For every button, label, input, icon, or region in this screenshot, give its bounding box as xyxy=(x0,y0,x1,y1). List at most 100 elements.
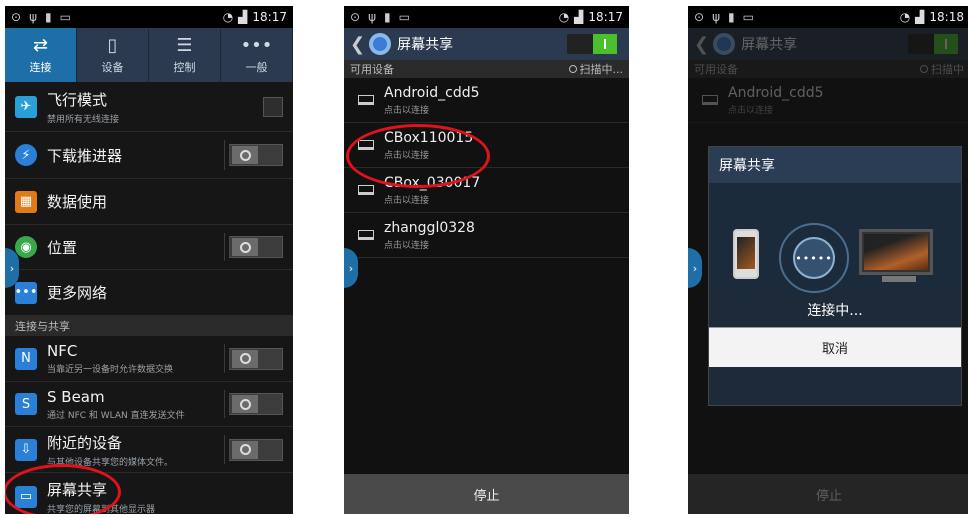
signal-icon: ▟ xyxy=(915,10,925,24)
settings-gear-icon xyxy=(713,33,736,55)
status-bar: ⊙ ψ ▮ ▭ ◔ ▟ 18:17 xyxy=(5,6,293,28)
download-booster-toggle[interactable] xyxy=(229,144,283,166)
tab-label: 一般 xyxy=(245,60,268,74)
background-content: ❮ 屏幕共享 可用设备 扫描中 Android_cdd5 点击以连接 xyxy=(688,28,968,123)
setting-s-beam[interactable]: S S Beam 通过 NFC 和 WLAN 直连发送文件 xyxy=(5,382,293,427)
controls-icon: ☰ xyxy=(176,34,193,56)
highlight-circle xyxy=(5,464,121,514)
stop-button: 停止 xyxy=(688,474,968,514)
screen-mirroring-switch xyxy=(908,34,958,54)
s-beam-toggle[interactable] xyxy=(229,393,283,415)
nfc-icon: N xyxy=(15,347,37,370)
laptop-icon xyxy=(358,185,374,195)
setting-location[interactable]: ◉ 位置 xyxy=(5,225,293,270)
device-name: zhanggl0328 xyxy=(384,219,475,236)
wifi-icon: ◔ xyxy=(899,10,911,24)
divider xyxy=(224,435,225,464)
setting-more-networks[interactable]: ••• 更多网络 xyxy=(5,270,293,316)
device-icon: ▯ xyxy=(107,34,118,56)
stop-button[interactable]: 停止 xyxy=(344,474,629,514)
tab-label: 设备 xyxy=(101,60,124,74)
settings-gear-icon xyxy=(369,33,392,55)
status-bar: ⊙ ψ ▮ ▭ ◔ ▟ 18:18 xyxy=(688,6,968,28)
connection-waves-icon: ••••• xyxy=(779,223,849,293)
screen-mirroring-screen: ⊙ ψ ▮ ▭ ◔ ▟ 18:17 ❮ 屏幕共享 可用设备 扫描中... Android_… xyxy=(344,6,629,514)
device-item[interactable]: zhanggl0328 点击以连接 xyxy=(344,213,629,258)
scanning-label: 扫描中 xyxy=(931,63,964,76)
more-icon: ••• xyxy=(240,34,273,56)
setting-download-booster[interactable]: ⚡ 下载推进器 xyxy=(5,132,293,179)
nearby-devices-toggle[interactable] xyxy=(229,438,283,461)
tab-label: 控制 xyxy=(173,60,196,74)
screen-icon: ▭ xyxy=(742,10,754,24)
usb-icon: ψ xyxy=(29,10,37,24)
divider xyxy=(224,390,225,418)
connections-icon: ⇄ xyxy=(32,34,49,56)
notification-icon: ⊙ xyxy=(350,10,361,24)
cancel-button[interactable]: 取消 xyxy=(709,327,961,367)
usb-icon: ψ xyxy=(368,10,376,24)
device-subtitle: 点击以连接 xyxy=(384,240,430,251)
setting-title: 附近的设备 xyxy=(47,433,123,452)
device-item[interactable]: Android_cdd5 点击以连接 xyxy=(344,78,629,123)
clock: 18:18 xyxy=(929,10,964,24)
device-subtitle: 点击以连接 xyxy=(384,105,430,116)
setting-title: 下载推进器 xyxy=(47,146,123,165)
sd-icon: ▮ xyxy=(44,10,52,24)
setting-subtitle: 禁用所有无线连接 xyxy=(47,114,120,125)
dialog-title: 屏幕共享 xyxy=(709,147,961,183)
notification-icon: ⊙ xyxy=(11,10,22,24)
screen-mirroring-switch[interactable] xyxy=(567,34,617,54)
booster-icon: ⚡ xyxy=(15,144,37,166)
airplane-icon: ✈ xyxy=(15,95,37,118)
signal-icon: ▟ xyxy=(574,10,584,24)
setting-title: S Beam xyxy=(47,387,105,406)
setting-flight-mode[interactable]: ✈ 飞行模式 禁用所有无线连接 xyxy=(5,82,293,132)
device-subtitle: 点击以连接 xyxy=(384,195,430,206)
divider xyxy=(224,344,225,373)
settings-list: ✈ 飞行模式 禁用所有无线连接 ⚡ 下载推进器 ▦ 数据使用 ◉ 位置 ••• 更… xyxy=(5,82,293,514)
flight-mode-checkbox[interactable] xyxy=(263,96,283,117)
connecting-screen: ⊙ ψ ▮ ▭ ◔ ▟ 18:18 ❮ 屏幕共享 可用设备 扫描中 Android_cdd… xyxy=(688,6,968,514)
setting-subtitle: 当靠近另一设备时允许数据交换 xyxy=(47,365,174,375)
mirroring-illustration: ••••• xyxy=(709,183,961,293)
data-usage-icon: ▦ xyxy=(15,190,37,213)
setting-title: 数据使用 xyxy=(47,193,108,211)
available-devices-label: 可用设备 xyxy=(694,63,738,76)
highlight-circle xyxy=(346,124,490,188)
available-devices-header: 可用设备 扫描中 xyxy=(688,60,968,78)
tab-general[interactable]: ••• 一般 xyxy=(221,28,293,82)
tab-label: 连接 xyxy=(29,60,52,74)
settings-tabs: ⇄ 连接 ▯ 设备 ☰ 控制 ••• 一般 xyxy=(5,28,293,82)
tab-controls[interactable]: ☰ 控制 xyxy=(149,28,221,82)
setting-nfc[interactable]: N NFC 当靠近另一设备时允许数据交换 xyxy=(5,336,293,382)
scanning-label: 扫描中... xyxy=(579,63,624,76)
connecting-dialog: 屏幕共享 ••••• 连接中... 取消 xyxy=(708,146,962,406)
settings-screen: ⊙ ψ ▮ ▭ ◔ ▟ 18:17 ⇄ 连接 ▯ 设备 ☰ 控制 ••• 一般 ✈ 飞行模… xyxy=(5,6,293,514)
divider xyxy=(224,140,225,170)
tab-connections[interactable]: ⇄ 连接 xyxy=(5,28,77,82)
action-bar: ❮ 屏幕共享 xyxy=(688,28,968,60)
screen-icon: ▭ xyxy=(59,10,71,24)
device-name: Android_cdd5 xyxy=(728,84,824,101)
nearby-devices-icon: ⇩ xyxy=(15,438,37,461)
connecting-dots: ••••• xyxy=(793,237,835,279)
page-title: 屏幕共享 xyxy=(741,37,798,53)
page-title: 屏幕共享 xyxy=(397,37,454,53)
s-beam-icon: S xyxy=(15,393,37,415)
setting-title: 位置 xyxy=(47,238,78,257)
notification-icon: ⊙ xyxy=(694,10,705,24)
available-devices-label: 可用设备 xyxy=(350,63,394,76)
tab-device[interactable]: ▯ 设备 xyxy=(77,28,149,82)
back-icon[interactable]: ❮ xyxy=(350,34,365,55)
laptop-icon xyxy=(358,95,374,105)
location-toggle[interactable] xyxy=(229,236,283,258)
setting-title: 更多网络 xyxy=(47,284,108,302)
device-subtitle: 点击以连接 xyxy=(728,105,774,116)
more-networks-icon: ••• xyxy=(15,281,38,304)
nfc-toggle[interactable] xyxy=(229,347,283,370)
scanning-spinner-icon xyxy=(568,65,577,73)
setting-data-usage[interactable]: ▦ 数据使用 xyxy=(5,179,293,225)
wifi-icon: ◔ xyxy=(558,10,570,24)
laptop-icon xyxy=(358,230,374,240)
